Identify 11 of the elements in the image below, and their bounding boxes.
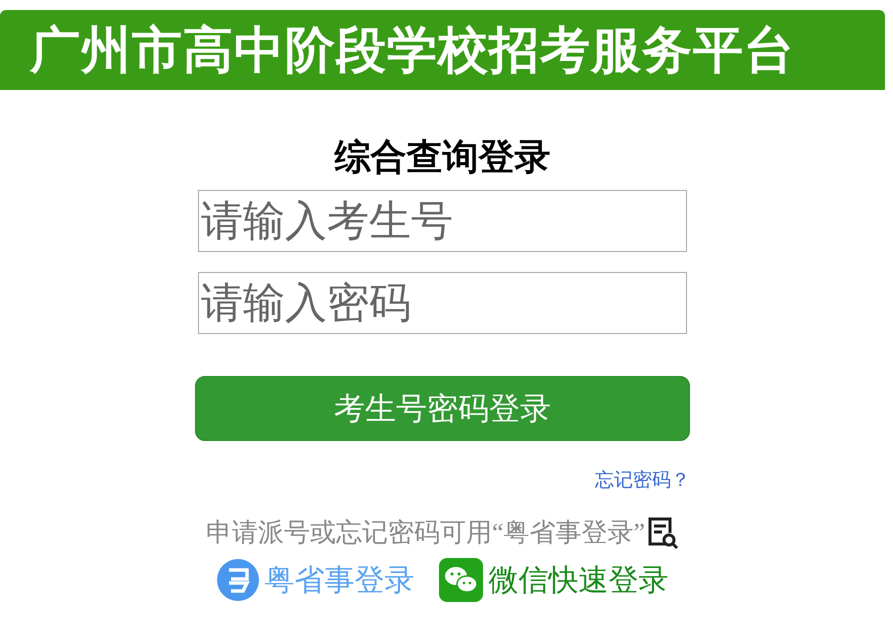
app-login-link[interactable]: 粤省事登录 [216, 559, 414, 601]
forgot-password-link[interactable]: 忘记密码？ [595, 467, 690, 493]
login-heading: 综合查询登录 [334, 136, 550, 178]
chat-bubbles-icon [438, 558, 482, 602]
site-title: 广州市高中阶段学校招考服务平台 [30, 20, 795, 80]
wechat-login-link[interactable]: 微信快速登录 [438, 558, 668, 602]
password-field[interactable]: 请输入密码 [198, 272, 687, 334]
login-button[interactable]: 考生号密码登录 [195, 376, 690, 441]
app-logo-icon [216, 559, 258, 601]
exam-number-field[interactable]: 请输入考生号 [198, 190, 687, 252]
help-note: 申请派号或忘记密码可用“粤省事登录” [206, 517, 646, 549]
